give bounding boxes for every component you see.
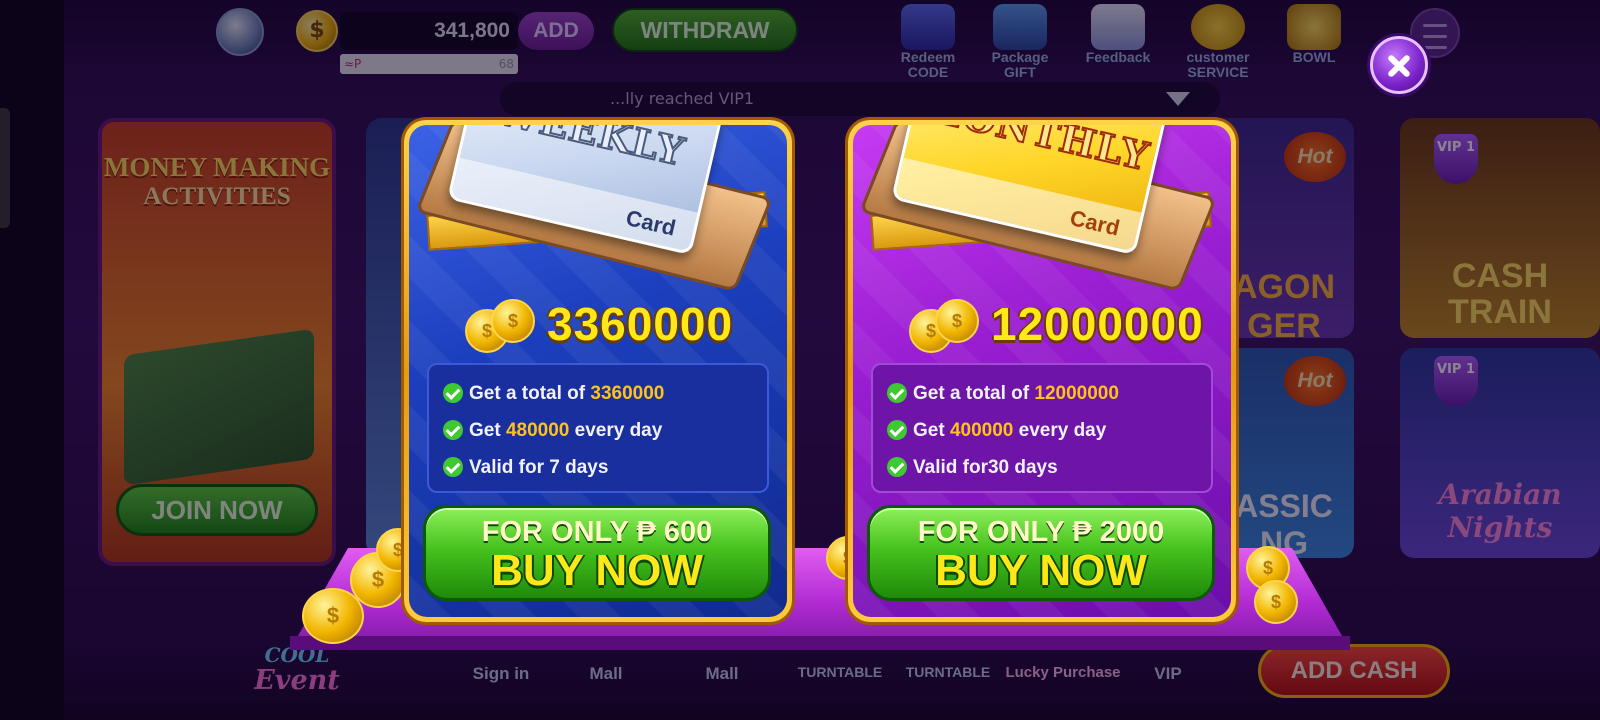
coin-amount: 3360000 [547,298,734,350]
benefit-value: 12000000 [1034,383,1119,404]
price-label: FOR ONLY ₱ 2000 [917,516,1165,548]
check-icon [887,420,907,440]
weekly-buy-now-button[interactable]: FOR ONLY ₱ 600 BUY NOW [423,505,771,601]
benefit-value: 3360000 [590,383,665,404]
benefit-prefix: Get [469,420,506,441]
benefit-item: Get a total of 12000000 [887,375,1197,412]
weekly-card-offer: WEEKLY Card 3360000 Get a total of 33600… [404,120,792,622]
benefit-value: 480000 [505,420,570,441]
coin-icon [935,299,979,343]
coin-icon [491,299,535,343]
coin-stack-icon [909,299,985,355]
monthly-buy-now-button[interactable]: FOR ONLY ₱ 2000 BUY NOW [867,505,1215,601]
benefit-item: Valid for 7 days [443,449,753,486]
benefit-value: 400000 [949,420,1014,441]
benefit-item: Get 480000 every day [443,412,753,449]
gold-coin-decoration [302,588,364,644]
coin-amount-row: 12000000 [853,297,1231,357]
coin-amount: 12000000 [991,298,1204,350]
benefit-prefix: Get a total of [469,383,591,404]
price-label: FOR ONLY ₱ 600 [481,516,713,548]
monthly-card-body: MONTHLY Card 12000000 Get a total of 120… [853,125,1231,617]
check-icon [443,420,463,440]
benefit-prefix: Valid for 7 days [469,457,609,478]
benefit-suffix: every day [569,420,663,441]
weekly-card-body: WEEKLY Card 3360000 Get a total of 33600… [409,125,787,617]
close-button[interactable] [1370,36,1428,94]
monthly-card-offer: MONTHLY Card 12000000 Get a total of 120… [848,120,1236,622]
benefits-list: Get a total of 3360000 Get 480000 every … [427,363,769,493]
buy-now-label: BUY NOW [935,546,1147,595]
benefit-prefix: Valid for30 days [913,457,1058,478]
benefit-prefix: Get [913,420,950,441]
benefit-suffix: every day [1013,420,1107,441]
card-stage-edge [290,636,1350,650]
benefit-item: Get a total of 3360000 [443,375,753,412]
buy-now-label: BUY NOW [491,546,703,595]
check-icon [887,457,907,477]
check-icon [443,457,463,477]
benefit-item: Valid for30 days [887,449,1197,486]
benefits-list: Get a total of 12000000 Get 400000 every… [871,363,1213,493]
gold-coin-decoration [1254,580,1298,624]
benefit-item: Get 400000 every day [887,412,1197,449]
coin-amount-row: 3360000 [409,297,787,357]
check-icon [887,383,907,403]
benefit-prefix: Get a total of [913,383,1035,404]
coin-stack-icon [465,299,541,355]
check-icon [443,383,463,403]
